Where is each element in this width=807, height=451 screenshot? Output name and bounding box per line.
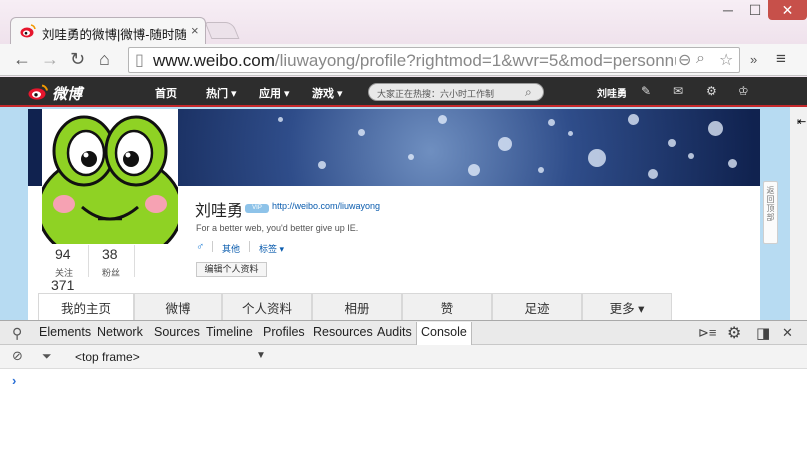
back-button[interactable]: ← bbox=[13, 49, 31, 69]
show-drawer-icon[interactable]: ⊳≡ bbox=[698, 325, 716, 341]
devtools-tab-sources[interactable]: Sources bbox=[154, 325, 200, 339]
minimize-button[interactable]: ─ bbox=[714, 0, 742, 20]
avatar[interactable] bbox=[42, 109, 178, 244]
console-prompt[interactable]: › bbox=[12, 373, 16, 388]
fans-label[interactable]: 粉丝 bbox=[102, 266, 120, 279]
clear-console-icon[interactable]: ⊘ bbox=[12, 348, 23, 364]
gender-male-icon: ♂ bbox=[196, 241, 205, 253]
mail-icon[interactable]: ✉ bbox=[673, 84, 683, 98]
new-tab-button[interactable] bbox=[204, 22, 240, 39]
vip-badge[interactable]: VIP bbox=[245, 204, 269, 213]
devtools-tab-audits[interactable]: Audits bbox=[377, 325, 412, 339]
maximize-button[interactable]: ☐ bbox=[742, 0, 768, 20]
page-icon: ▯ bbox=[135, 52, 144, 69]
forward-button[interactable]: → bbox=[41, 49, 59, 69]
tab-close-icon[interactable]: × bbox=[191, 23, 199, 38]
tab-footprint[interactable]: 足迹 bbox=[492, 293, 582, 320]
frog-avatar-icon bbox=[42, 109, 178, 244]
inspect-search-icon[interactable]: ⚲ bbox=[12, 325, 22, 342]
divider bbox=[249, 241, 250, 252]
console-toolbar: ⊘ ⏷ <top frame> ▼ bbox=[0, 345, 807, 369]
devtools-tab-network[interactable]: Network bbox=[97, 325, 143, 339]
profile-bio: For a better web, you'd better give up I… bbox=[196, 223, 359, 233]
dock-toggle-icon[interactable]: ◨ bbox=[756, 324, 770, 342]
weibo-logo-text: 微博 bbox=[52, 86, 83, 103]
search-placeholder: 大家正在热搜：六小时工作制 bbox=[377, 89, 495, 99]
profile-tabs: 我的主页 微博 个人资料 相册 赞 足迹 更多 ▾ bbox=[38, 293, 672, 320]
tab-album[interactable]: 相册 bbox=[312, 293, 402, 320]
weibo-search-input[interactable]: 大家正在热搜：六小时工作制 ⌕ bbox=[368, 83, 544, 101]
address-bar[interactable]: ▯ www.weibo.com/liuwayong/profile?rightm… bbox=[128, 47, 740, 73]
compose-icon[interactable]: ✎ bbox=[641, 84, 651, 98]
nav-home[interactable]: 首页 bbox=[155, 85, 177, 101]
chrome-menu-icon[interactable]: ≡ bbox=[776, 49, 786, 69]
devtools-settings-gear-icon[interactable]: ⚙ bbox=[727, 323, 741, 343]
tab-more[interactable]: 更多 ▾ bbox=[582, 293, 672, 320]
url-text[interactable]: www.weibo.com/liuwayong/profile?rightmod… bbox=[153, 51, 676, 71]
tags-dropdown[interactable]: 标签 ▾ bbox=[259, 242, 284, 255]
url-host: www.weibo.com bbox=[153, 51, 275, 70]
back-to-top-label: 返回顶部 bbox=[766, 186, 775, 222]
weibo-logo-icon bbox=[28, 84, 48, 100]
divider bbox=[212, 241, 213, 252]
tab-my-home[interactable]: 我的主页 bbox=[38, 293, 134, 320]
nav-username[interactable]: 刘哇勇 bbox=[597, 85, 627, 100]
divider bbox=[88, 245, 89, 277]
divider bbox=[134, 245, 135, 277]
devtools-tab-timeline[interactable]: Timeline bbox=[206, 325, 253, 339]
settings-gear-icon[interactable]: ⚙ bbox=[706, 84, 717, 98]
extensions-overflow-icon[interactable]: » bbox=[750, 52, 757, 67]
fans-count[interactable]: 38 bbox=[102, 246, 118, 262]
bookmark-star-icon[interactable]: ☆ bbox=[719, 50, 733, 70]
devtools-tab-profiles[interactable]: Profiles bbox=[263, 325, 305, 339]
reload-button[interactable]: ↻ bbox=[70, 49, 85, 69]
close-window-button[interactable]: ✕ bbox=[768, 0, 807, 20]
page-viewport: 微博 首页 热门 ▾ 应用 ▾ 游戏 ▾ 大家正在热搜：六小时工作制 ⌕ 刘哇勇… bbox=[0, 77, 807, 320]
profile-name: 刘哇勇 bbox=[195, 203, 244, 220]
filter-funnel-icon[interactable]: ⏷ bbox=[42, 349, 52, 364]
devtools-tab-bar: ⚲ Elements Network Sources Timeline Prof… bbox=[0, 321, 807, 345]
title-bar: 刘哇勇的微博|微博-随时随地 × ─ ☐ ✕ bbox=[0, 0, 807, 44]
tab-profile[interactable]: 个人资料 bbox=[222, 293, 312, 320]
search-icon[interactable]: ⌕ bbox=[696, 50, 705, 68]
nav-apps[interactable]: 应用 ▾ bbox=[259, 85, 290, 101]
nav-games[interactable]: 游戏 ▾ bbox=[312, 85, 343, 101]
frame-selector[interactable]: <top frame> bbox=[75, 350, 140, 364]
zoom-icon[interactable]: ⊖ bbox=[678, 50, 691, 70]
tab-weibo[interactable]: 微博 bbox=[134, 293, 222, 320]
weibo-favicon-icon bbox=[20, 24, 36, 38]
devtools-close-icon[interactable]: ✕ bbox=[782, 325, 793, 341]
follow-count[interactable]: 94 bbox=[55, 246, 71, 262]
chevron-down-icon[interactable]: ▼ bbox=[256, 350, 266, 361]
browser-tab[interactable]: 刘哇勇的微博|微博-随时随地 × bbox=[10, 17, 206, 44]
url-path: /liuwayong/profile?rightmod=1&wvr=5&mod=… bbox=[274, 51, 676, 70]
edit-profile-button[interactable]: 编辑个人资料 bbox=[196, 262, 267, 277]
weibo-count[interactable]: 371 bbox=[51, 277, 74, 293]
profile-homepage-link[interactable]: http://weibo.com/liuwayong bbox=[272, 201, 380, 211]
devtools-tab-console[interactable]: Console bbox=[416, 322, 472, 345]
devtools-tab-resources[interactable]: Resources bbox=[313, 325, 373, 339]
tab-title: 刘哇勇的微博|微博-随时随地 bbox=[42, 28, 186, 42]
mouse-cursor-icon: ⇤ bbox=[797, 116, 807, 128]
weibo-search-icon[interactable]: ⌕ bbox=[525, 85, 532, 100]
weibo-logo[interactable]: 微博 bbox=[28, 82, 88, 103]
other-link[interactable]: 其他 bbox=[222, 242, 240, 255]
weibo-top-nav: 微博 首页 热门 ▾ 应用 ▾ 游戏 ▾ 大家正在热搜：六小时工作制 ⌕ 刘哇勇… bbox=[0, 77, 807, 107]
nav-hot[interactable]: 热门 ▾ bbox=[206, 85, 237, 101]
home-button[interactable]: ⌂ bbox=[99, 49, 110, 69]
crown-icon[interactable]: ♔ bbox=[738, 84, 749, 98]
back-to-top-button[interactable]: 返回顶部 bbox=[763, 181, 778, 244]
page-scrollbar[interactable] bbox=[790, 107, 807, 320]
devtools-panel: ⚲ Elements Network Sources Timeline Prof… bbox=[0, 320, 807, 451]
browser-toolbar: ← → ↻ ⌂ ▯ www.weibo.com/liuwayong/profil… bbox=[0, 44, 807, 76]
tab-likes[interactable]: 赞 bbox=[402, 293, 492, 320]
devtools-tab-elements[interactable]: Elements bbox=[39, 325, 91, 339]
